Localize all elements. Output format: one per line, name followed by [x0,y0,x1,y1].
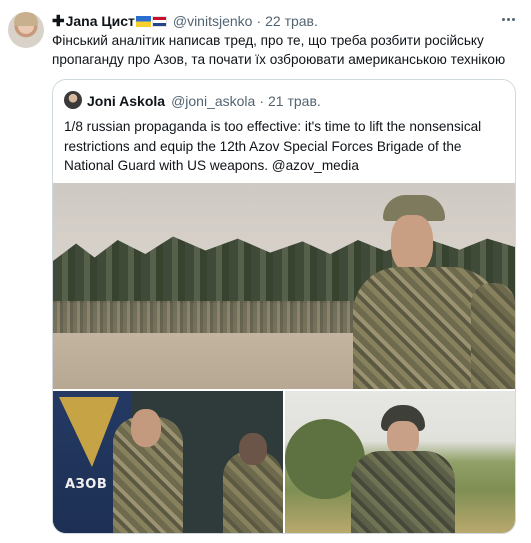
dot-1 [501,17,505,21]
tweet-text: Фінський аналітик написав тред, про те, … [52,33,506,67]
separator-dot: · [256,13,262,29]
separator-dot: · [259,93,264,109]
quoted-author-name[interactable]: Joni Askola [87,93,165,109]
dot-3 [511,17,515,21]
soldier-figure [351,405,455,533]
soldier-figure-partial [471,283,515,389]
face [131,409,161,447]
soldier-figure [113,409,183,533]
quoted-author-handle[interactable]: @joni_askola [171,93,255,109]
author-name[interactable]: Jana Цист [66,13,135,29]
portrait-photo[interactable]: АЗОВ [53,391,283,533]
media-grid: АЗОВ [53,183,515,533]
quoted-tweet-text: 1/8 russian propaganda is too effective:… [64,119,482,173]
more-dots-icon[interactable] [497,10,519,28]
head [239,433,267,465]
quoted-tweet[interactable]: Joni Askola @joni_askola · 21 трав. 1/8 … [52,79,516,534]
ua-flag-icon [135,15,151,27]
tactical-vest [351,451,455,533]
tweet-timestamp[interactable]: 22 трав. [265,13,318,29]
banner-text: АЗОВ [65,477,108,492]
author-avatar[interactable] [8,12,44,48]
formation-photo[interactable] [53,183,515,389]
banner-emblem [59,397,119,467]
cross-emoji: ✚ [52,13,65,30]
quoted-author-avatar[interactable] [64,91,82,109]
nl-flag-icon [151,15,167,27]
face [391,215,433,273]
quoted-tweet-timestamp[interactable]: 21 трав. [268,93,321,109]
quoted-tweet-header: Joni Askola @joni_askola · 21 трав. [87,92,321,110]
author-handle[interactable]: @vinitsjenko [173,13,253,29]
field-soldier-photo[interactable] [285,391,515,533]
soldier-figure [223,433,283,533]
dot-2 [506,17,510,21]
troop-formation [53,301,383,335]
tweet-header: ✚ Jana Цист @vinitsjenko · 22 трав. [52,12,318,30]
tweet[interactable]: ✚ Jana Цист @vinitsjenko · 22 трав. Фінс… [0,0,531,543]
face [387,421,419,455]
